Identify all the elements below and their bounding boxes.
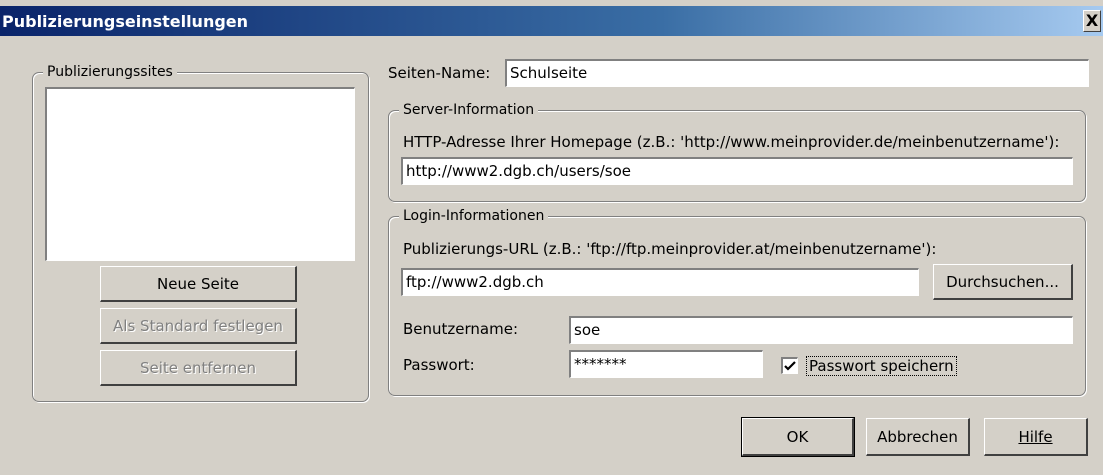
username-label: Benutzername: bbox=[403, 320, 519, 338]
window-title: Publizierungseinstellungen bbox=[2, 12, 249, 31]
password-field[interactable]: ******* bbox=[569, 350, 763, 378]
title-bar: Publizierungseinstellungen X bbox=[0, 6, 1103, 36]
set-default-button[interactable]: Als Standard festlegen bbox=[100, 308, 297, 344]
http-address-label: HTTP-Adresse Ihrer Homepage (z.B.: 'http… bbox=[403, 133, 1060, 151]
http-address-field[interactable]: http://www2.dgb.ch/users/soe bbox=[401, 157, 1073, 185]
close-icon: X bbox=[1085, 11, 1099, 30]
ok-button[interactable]: OK bbox=[741, 417, 855, 457]
server-info-group: Server-Information bbox=[388, 101, 1086, 202]
close-button[interactable]: X bbox=[1083, 10, 1101, 32]
username-field[interactable]: soe bbox=[569, 316, 1073, 344]
remove-site-button[interactable]: Seite entfernen bbox=[100, 350, 297, 386]
sites-listbox[interactable] bbox=[45, 87, 355, 261]
site-name-field[interactable]: Schulseite bbox=[505, 59, 1089, 87]
save-password-label[interactable]: Passwort speichern bbox=[806, 356, 957, 376]
checkmark-icon bbox=[784, 361, 796, 371]
new-site-button[interactable]: Neue Seite bbox=[100, 266, 297, 302]
publish-url-label: Publizierungs-URL (z.B.: 'ftp://ftp.mein… bbox=[403, 240, 937, 258]
site-name-label: Seiten-Name: bbox=[388, 64, 491, 82]
publish-url-field[interactable]: ftp://www2.dgb.ch bbox=[401, 268, 919, 296]
help-button-label: Hilfe bbox=[1018, 428, 1053, 446]
help-button[interactable]: Hilfe bbox=[984, 418, 1088, 456]
sites-group-legend: Publizierungssites bbox=[43, 63, 177, 81]
cancel-button[interactable]: Abbrechen bbox=[866, 418, 970, 456]
server-info-legend: Server-Information bbox=[399, 101, 539, 119]
password-label: Passwort: bbox=[403, 356, 475, 374]
login-info-legend: Login-Informationen bbox=[399, 207, 549, 225]
dialog-bottom-edge bbox=[0, 471, 1103, 475]
save-password-checkbox[interactable] bbox=[781, 357, 798, 374]
browse-button[interactable]: Durchsuchen... bbox=[933, 264, 1073, 300]
